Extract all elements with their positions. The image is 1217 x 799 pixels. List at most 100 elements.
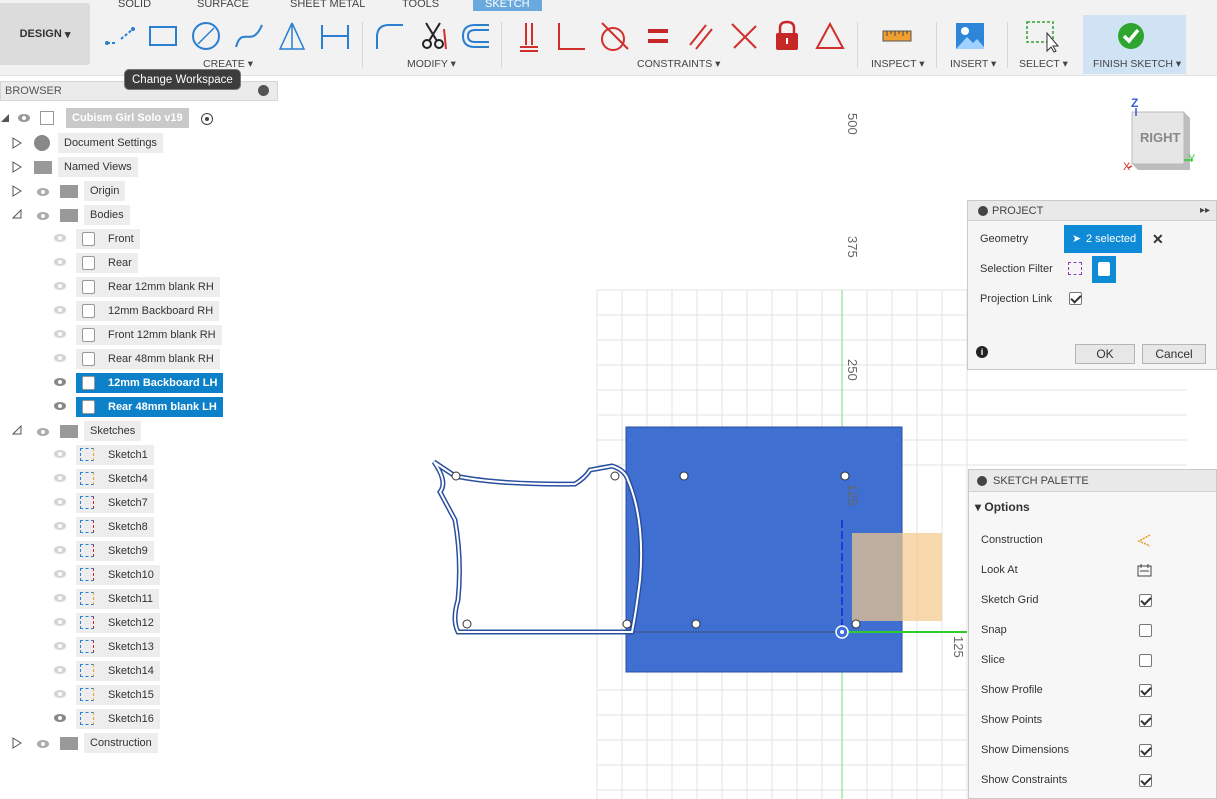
visibility-eye-icon[interactable]	[53, 617, 67, 627]
visibility-eye-icon[interactable]	[53, 305, 67, 315]
equal-constraint-icon[interactable]	[641, 19, 675, 53]
fix-lock-icon[interactable]	[770, 19, 804, 53]
browser-sketch-item[interactable]: Sketch1	[76, 445, 154, 465]
tab-surface[interactable]: SURFACE	[197, 0, 249, 11]
browser-root-item[interactable]: Cubism Girl Solo v19	[66, 108, 189, 128]
visibility-eye-icon[interactable]	[53, 401, 67, 411]
browser-sketch-item[interactable]: Sketch10	[76, 565, 160, 585]
browser-body-item[interactable]: 12mm Backboard LH	[76, 373, 224, 393]
active-radio-icon[interactable]	[201, 113, 213, 125]
tab-solid[interactable]: SOLID	[118, 0, 151, 11]
visibility-eye-icon[interactable]	[53, 257, 67, 267]
visibility-eye-icon[interactable]	[53, 593, 67, 603]
expand-triangle-icon[interactable]	[12, 185, 22, 200]
tab-sheet-metal[interactable]: SHEET METAL	[290, 0, 365, 11]
browser-body-item[interactable]: Rear 12mm blank RH	[76, 277, 220, 297]
visibility-eye-icon[interactable]	[53, 521, 67, 531]
perpendicular-cross-constraint-icon[interactable]	[727, 19, 761, 53]
collapse-triangle-icon[interactable]	[0, 113, 10, 123]
browser-body-item[interactable]: 12mm Backboard RH	[76, 301, 220, 321]
visibility-eye-icon[interactable]	[53, 497, 67, 507]
visibility-eye-icon[interactable]	[53, 233, 67, 243]
visibility-eye-icon[interactable]	[36, 739, 50, 749]
browser-item-bodies[interactable]: Bodies	[84, 205, 130, 225]
parallel-constraint-icon[interactable]	[684, 19, 718, 53]
perpendicular-constraint-icon[interactable]	[555, 19, 589, 53]
line-tool-icon[interactable]	[103, 19, 137, 53]
visibility-eye-icon[interactable]	[53, 545, 67, 555]
clear-selection-icon[interactable]: ✕	[1152, 231, 1164, 248]
collapse-triangle-icon[interactable]	[11, 424, 22, 438]
visibility-eye-icon[interactable]	[53, 665, 67, 675]
trim-scissors-icon[interactable]	[416, 19, 450, 53]
visibility-eye-icon[interactable]	[53, 689, 67, 699]
browser-sketch-item[interactable]: Sketch4	[76, 469, 154, 489]
browser-sketch-item[interactable]: Sketch13	[76, 637, 160, 657]
offset-tool-icon[interactable]	[459, 19, 493, 53]
browser-sketch-item[interactable]: Sketch16	[76, 709, 160, 729]
projection-link-checkbox[interactable]	[1069, 292, 1082, 305]
insert-menu[interactable]: INSERT ▾	[950, 58, 996, 70]
visibility-eye-icon[interactable]	[53, 377, 67, 387]
visibility-eye-icon[interactable]	[53, 641, 67, 651]
expand-arrows-icon[interactable]: ▸▸	[1200, 201, 1210, 221]
options-section-header[interactable]: ▾ Options	[975, 500, 1030, 514]
visibility-eye-icon[interactable]	[53, 473, 67, 483]
filter-bodies-icon[interactable]	[1092, 256, 1116, 283]
tangent-constraint-icon[interactable]	[598, 19, 632, 53]
project-dialog-header[interactable]: PROJECT ▸▸	[968, 201, 1216, 221]
look-at-icon[interactable]	[1137, 563, 1152, 577]
browser-sketch-item[interactable]: Sketch12	[76, 613, 160, 633]
collapse-triangle-icon[interactable]	[11, 208, 22, 222]
visibility-eye-icon[interactable]	[17, 113, 31, 123]
browser-item-named-views[interactable]: Named Views	[58, 157, 138, 177]
tab-sketch[interactable]: SKETCH	[473, 0, 542, 11]
palette-option-checkbox[interactable]	[1139, 744, 1152, 757]
browser-item-origin[interactable]: Origin	[84, 181, 126, 201]
select-menu[interactable]: SELECT ▾	[1019, 58, 1068, 70]
browser-sketch-item[interactable]: Sketch11	[76, 589, 160, 609]
collapse-icon[interactable]	[978, 206, 988, 216]
palette-option-checkbox[interactable]	[1139, 654, 1152, 667]
collapse-icon[interactable]	[977, 476, 987, 486]
ok-button[interactable]: OK	[1075, 344, 1135, 364]
palette-option-checkbox[interactable]	[1139, 774, 1152, 787]
triangle-mirror-tool-icon[interactable]	[275, 19, 309, 53]
cancel-button[interactable]: Cancel	[1142, 344, 1206, 364]
visibility-eye-icon[interactable]	[36, 427, 50, 437]
sketch-profile-outline[interactable]	[431, 459, 644, 635]
visibility-eye-icon[interactable]	[36, 211, 50, 221]
visibility-eye-icon[interactable]	[53, 281, 67, 291]
browser-sketch-item[interactable]: Sketch15	[76, 685, 160, 705]
browser-body-item[interactable]: Front	[76, 229, 140, 249]
visibility-eye-icon[interactable]	[53, 713, 67, 723]
palette-option-checkbox[interactable]	[1139, 714, 1152, 727]
sketch-origin-point[interactable]	[835, 625, 849, 639]
browser-item-sketches[interactable]: Sketches	[84, 421, 142, 441]
sketch-points[interactable]	[451, 471, 861, 629]
tab-tools[interactable]: TOOLS	[402, 0, 439, 11]
palette-option-checkbox[interactable]	[1139, 594, 1152, 607]
finish-checkmark-icon[interactable]	[1116, 19, 1150, 53]
visibility-eye-icon[interactable]	[53, 329, 67, 339]
browser-body-item[interactable]: Rear 48mm blank LH	[76, 397, 223, 417]
projected-body-rectangle[interactable]	[625, 426, 903, 673]
window-select-icon[interactable]	[1025, 19, 1060, 53]
spline-tool-icon[interactable]	[232, 19, 266, 53]
browser-body-item[interactable]: Front 12mm blank RH	[76, 325, 222, 345]
filter-edges-icon[interactable]	[1068, 262, 1082, 275]
info-icon[interactable]: i	[976, 346, 988, 358]
modify-menu[interactable]: MODIFY ▾	[407, 58, 456, 70]
visibility-eye-icon[interactable]	[53, 353, 67, 363]
sketch-palette-header[interactable]: SKETCH PALETTE	[969, 470, 1216, 492]
expand-triangle-icon[interactable]	[12, 737, 22, 752]
finish-sketch-menu[interactable]: FINISH SKETCH ▾	[1093, 58, 1181, 70]
rectangle-tool-icon[interactable]	[146, 19, 180, 53]
constraints-menu[interactable]: CONSTRAINTS ▾	[637, 58, 720, 70]
circle-tool-icon[interactable]	[189, 19, 223, 53]
palette-option-checkbox[interactable]	[1139, 684, 1152, 697]
fillet-tool-icon[interactable]	[373, 19, 407, 53]
insert-image-icon[interactable]	[953, 19, 987, 53]
measure-ruler-icon[interactable]	[880, 19, 914, 53]
expand-triangle-icon[interactable]	[12, 161, 22, 176]
